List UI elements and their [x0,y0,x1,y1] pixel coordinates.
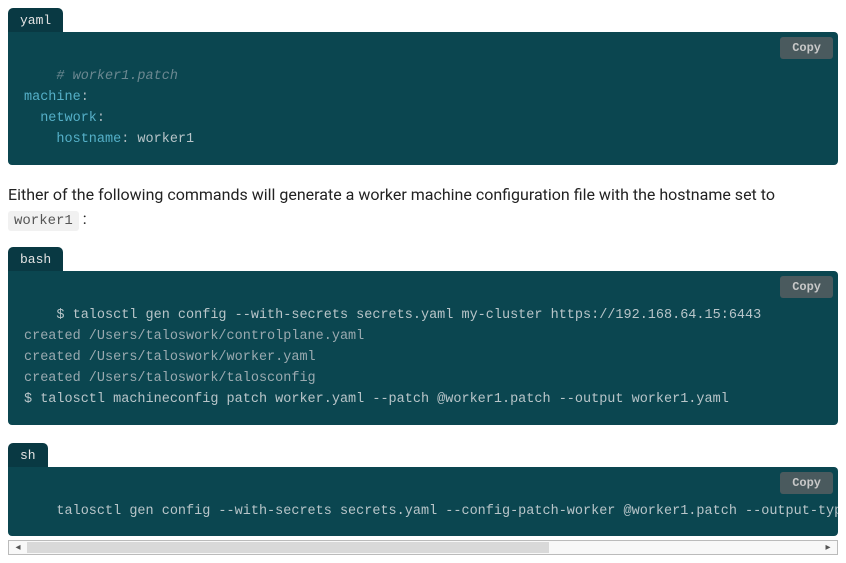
prompt: $ [56,308,72,323]
lang-tab: bash [8,247,63,271]
code-line: # worker1.patch [56,69,178,84]
output-line: created /Users/taloswork/worker.yaml [24,350,316,365]
code-block-yaml: yaml Copy# worker1.patch machine: networ… [8,8,838,165]
scroll-right-icon[interactable]: ▸ [821,542,835,553]
code-body: Copy talosctl gen config --with-secrets s… [8,467,838,537]
cmd: talosctl gen config --with-secrets secre… [56,504,838,519]
output-line: created /Users/taloswork/talosconfig [24,371,316,386]
prose-paragraph: Either of the following commands will ge… [8,183,838,233]
yaml-key: network [40,111,97,126]
copy-button[interactable]: Copy [780,276,833,298]
code-body: Copy $ talosctl gen config --with-secrets… [8,271,838,425]
scroll-left-icon[interactable]: ◂ [11,542,25,553]
output-line: created /Users/taloswork/controlplane.ya… [24,329,364,344]
prompt: $ [24,392,40,407]
horizontal-scrollbar[interactable]: ◂ ▸ [8,540,838,555]
cmd: talosctl gen config --with-secrets secre… [73,308,762,323]
yaml-value: worker1 [137,132,194,147]
copy-button[interactable]: Copy [780,472,833,494]
cmd: talosctl machineconfig patch worker.yaml… [40,392,729,407]
lang-tab: sh [8,443,48,467]
code-body: Copy# worker1.patch machine: network: ho… [8,32,838,165]
copy-button[interactable]: Copy [780,37,833,59]
code-block-bash: bash Copy $ talosctl gen config --with-se… [8,247,838,425]
scrollbar-thumb[interactable] [27,542,549,553]
yaml-key: machine [24,90,81,105]
inline-code: worker1 [8,211,79,231]
yaml-key: hostname [56,132,121,147]
code-block-sh: sh Copy talosctl gen config --with-secret… [8,443,838,537]
lang-tab: yaml [8,8,63,32]
